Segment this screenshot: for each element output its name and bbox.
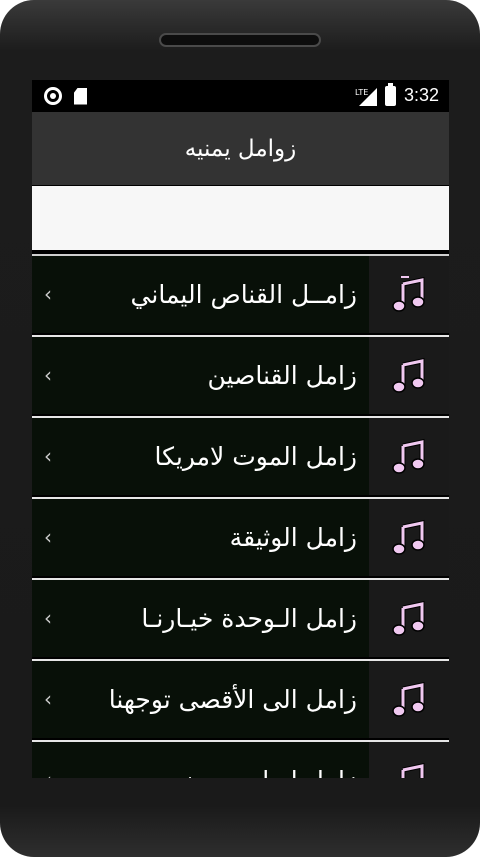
network-label: LTE bbox=[355, 88, 368, 97]
app-bar: زوامل يمنيه bbox=[32, 112, 449, 185]
chevron-icon: ‹ bbox=[44, 687, 52, 711]
music-note-icon bbox=[369, 580, 449, 657]
list-item[interactable]: ‹ زامــل القناص اليماني bbox=[32, 254, 449, 333]
list-item[interactable]: ‹ زامل الـوحدة خيـارنـا bbox=[32, 578, 449, 657]
list-item-label: زامل الموت لامريكا bbox=[154, 442, 357, 471]
list-item[interactable]: ‹ زامل الى الأقصى توجهنا bbox=[32, 659, 449, 738]
chevron-icon: ‹ bbox=[44, 606, 52, 630]
search-input[interactable] bbox=[32, 186, 449, 250]
sd-card-icon bbox=[74, 87, 87, 105]
music-note-icon bbox=[369, 418, 449, 495]
list-item-label: زامل الى الأقصى توجهنا bbox=[108, 685, 357, 714]
chevron-icon: ‹ bbox=[44, 282, 52, 306]
zamil-list: ‹ زامــل القناص اليماني ‹ زامل القناصين … bbox=[32, 254, 449, 778]
list-item[interactable]: ‹ زامل الموت لامريكا bbox=[32, 416, 449, 495]
list-item-label: زامل الـوحدة خيـارنـا bbox=[141, 604, 357, 633]
battery-charging-icon bbox=[384, 82, 396, 106]
record-icon bbox=[44, 87, 62, 105]
music-note-icon bbox=[369, 256, 449, 333]
screen: LTE 3:32 زوامل يمنيه ‹ زامــل القناص الي… bbox=[32, 80, 449, 778]
music-note-icon bbox=[369, 337, 449, 414]
chevron-icon: ‹ bbox=[44, 444, 52, 468]
list-item-label: زامــل القناص اليماني bbox=[130, 280, 357, 309]
music-note-icon bbox=[369, 742, 449, 778]
list-item[interactable]: ‹ زامل القناصين bbox=[32, 335, 449, 414]
list-item-label: زامل الوثيقة bbox=[229, 523, 357, 552]
chevron-icon: ‹ bbox=[44, 363, 52, 387]
music-note-icon bbox=[369, 499, 449, 576]
status-bar: LTE 3:32 bbox=[32, 80, 449, 112]
phone-frame: LTE 3:32 زوامل يمنيه ‹ زامــل القناص الي… bbox=[0, 0, 480, 857]
list-item-label: زامل القناصين bbox=[207, 361, 357, 390]
app-title: زوامل يمنيه bbox=[184, 135, 297, 162]
list-item-label: زامل اسامه بن زيد bbox=[161, 742, 357, 778]
speaker-grille bbox=[159, 33, 321, 47]
list-item[interactable]: ‹ زامل اسامه بن زيد bbox=[32, 740, 449, 778]
status-time: 3:32 bbox=[403, 85, 439, 105]
lte-signal-icon: LTE bbox=[355, 86, 377, 106]
list-item[interactable]: ‹ زامل الوثيقة bbox=[32, 497, 449, 576]
chevron-icon: ‹ bbox=[44, 525, 52, 549]
chevron-icon: ‹ bbox=[44, 742, 52, 778]
music-note-icon bbox=[369, 661, 449, 738]
